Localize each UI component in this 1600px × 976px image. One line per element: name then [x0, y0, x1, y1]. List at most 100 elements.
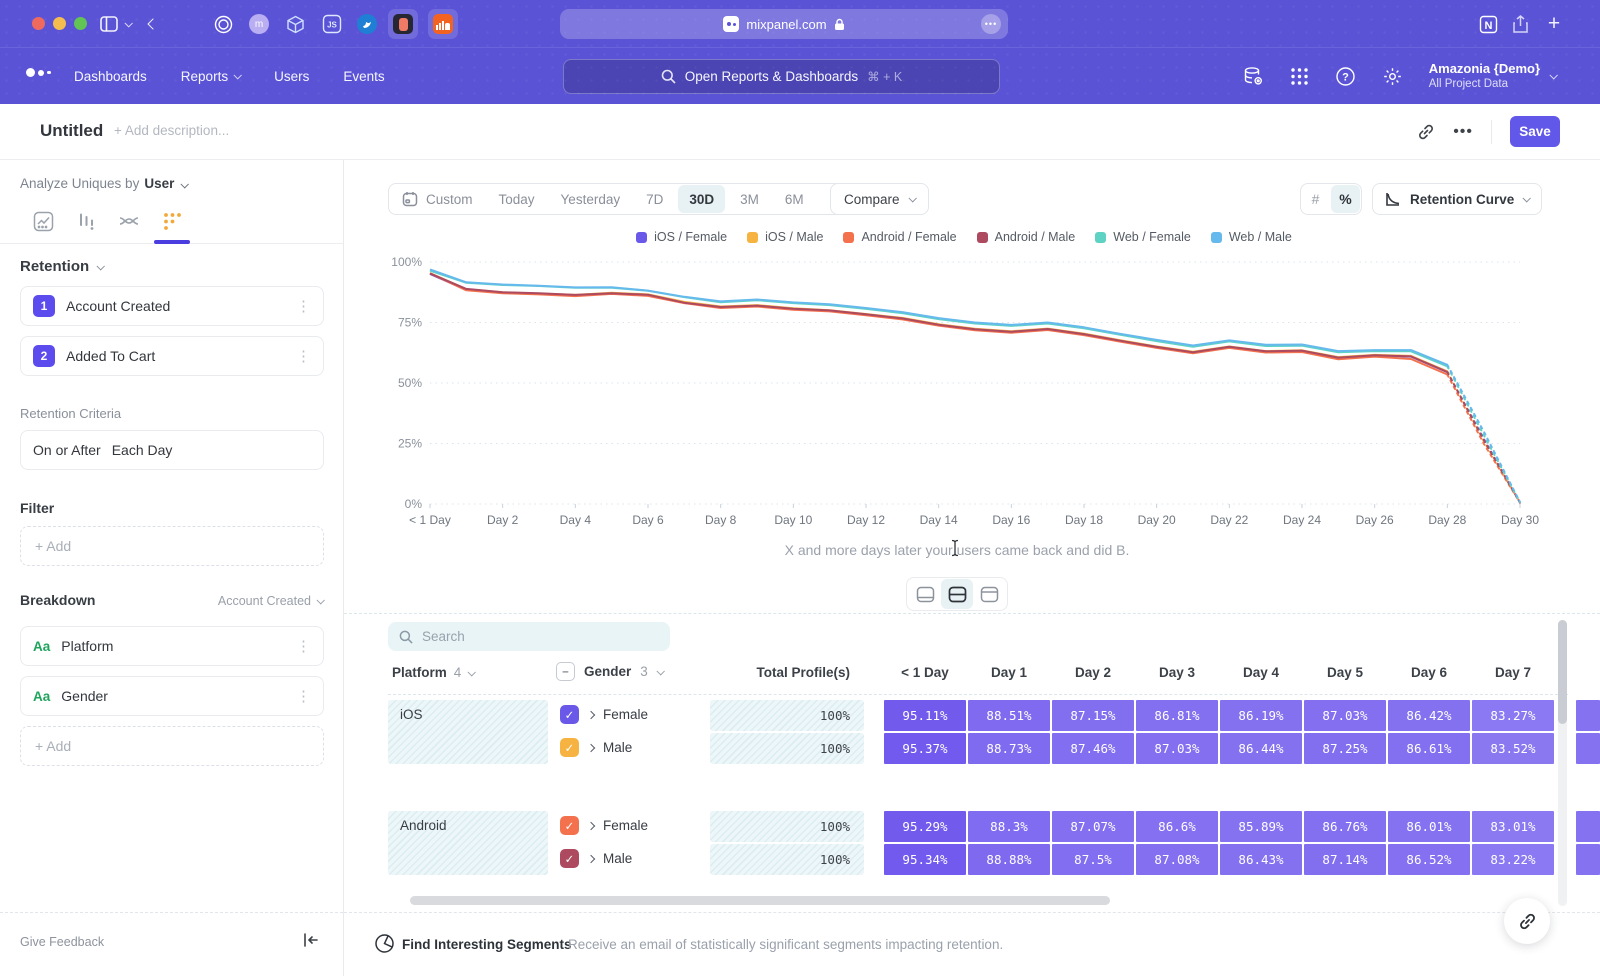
new-tab-icon[interactable]: +: [1542, 12, 1566, 36]
tab-flows[interactable]: [114, 208, 144, 234]
tab-funnels[interactable]: [71, 208, 101, 234]
tab-retention[interactable]: [157, 208, 187, 234]
legend-item[interactable]: Android / Male: [977, 230, 1076, 244]
data-management-icon[interactable]: [1243, 66, 1264, 87]
tab-insights[interactable]: [28, 208, 58, 234]
retention-cell[interactable]: 86.6%: [1136, 811, 1218, 842]
total-profiles-column-header[interactable]: Total Profile(s): [710, 665, 850, 680]
retention-cell[interactable]: 87.5%: [1052, 844, 1134, 875]
retention-cell[interactable]: 88.51%: [968, 700, 1050, 731]
range-6m[interactable]: 6M: [772, 184, 817, 214]
retention-section-header[interactable]: Retention: [20, 258, 103, 275]
url-bar[interactable]: mixpanel.com •••: [560, 9, 1008, 39]
range-30d[interactable]: 30D: [678, 185, 725, 213]
extension-icon-soundcloud[interactable]: [428, 9, 458, 39]
legend-item[interactable]: Web / Male: [1211, 230, 1292, 244]
legend-item[interactable]: iOS / Female: [636, 230, 727, 244]
range-7d[interactable]: 7D: [633, 184, 676, 214]
retention-cell[interactable]: 86.61%: [1388, 733, 1470, 764]
extension-icon-red-app[interactable]: [388, 9, 418, 39]
more-actions-button[interactable]: •••: [1453, 123, 1473, 141]
expand-row-icon[interactable]: [587, 710, 595, 718]
global-search[interactable]: Open Reports & Dashboards ⌘ + K: [563, 59, 1000, 94]
retention-cell[interactable]: 95.37%: [884, 733, 966, 764]
day-column-header[interactable]: Day 5: [1303, 665, 1387, 680]
extension-icon-ring[interactable]: [212, 12, 234, 36]
breakdown-menu-icon[interactable]: ⋮: [296, 637, 311, 655]
legend-item[interactable]: Android / Female: [843, 230, 956, 244]
chevron-down-icon[interactable]: [122, 12, 134, 36]
add-filter-button[interactable]: + Add: [20, 526, 324, 566]
retention-cell[interactable]: 85.89%: [1220, 811, 1302, 842]
unit-percent-toggle[interactable]: %: [1331, 185, 1360, 213]
share-link-fab[interactable]: [1504, 898, 1550, 944]
extension-icon-cube[interactable]: [284, 12, 306, 36]
legend-item[interactable]: iOS / Male: [747, 230, 823, 244]
notion-tab-icon[interactable]: N: [1476, 12, 1500, 36]
collapse-sidebar-icon[interactable]: [303, 933, 319, 947]
retention-cell[interactable]: 86.52%: [1388, 844, 1470, 875]
share-icon[interactable]: [1508, 12, 1532, 36]
retention-cell[interactable]: 87.46%: [1052, 733, 1134, 764]
retention-cell[interactable]: 95.34%: [884, 844, 966, 875]
segment-checkbox[interactable]: ✓: [560, 816, 579, 835]
select-all-checkbox[interactable]: –: [556, 662, 575, 681]
gender-column-header[interactable]: – Gender3: [556, 662, 663, 681]
compare-button[interactable]: Compare: [830, 183, 929, 215]
mixpanel-logo[interactable]: [26, 68, 51, 77]
day-column-header[interactable]: < 1 Day: [883, 665, 967, 680]
add-breakdown-button[interactable]: + Add: [20, 726, 324, 766]
segment-checkbox[interactable]: ✓: [560, 705, 579, 724]
range-custom[interactable]: Custom: [389, 184, 486, 214]
horizontal-scrollbar[interactable]: [410, 896, 1110, 905]
retention-cell[interactable]: 86.76%: [1304, 811, 1386, 842]
retention-step-2[interactable]: 2Added To Cart⋮: [20, 336, 324, 376]
retention-cell[interactable]: 83.22%: [1472, 844, 1554, 875]
retention-cell[interactable]: 83.01%: [1472, 811, 1554, 842]
give-feedback-link[interactable]: Give Feedback: [20, 935, 104, 949]
project-switcher[interactable]: Amazonia {Demo} All Project Data: [1429, 61, 1556, 92]
traffic-light-close[interactable]: [32, 17, 45, 30]
retention-cell[interactable]: 87.03%: [1304, 700, 1386, 731]
day-column-header[interactable]: Day 4: [1219, 665, 1303, 680]
retention-cell[interactable]: 95.29%: [884, 811, 966, 842]
nav-item-events[interactable]: Events: [343, 69, 384, 84]
url-extensions-menu[interactable]: •••: [981, 14, 1001, 34]
traffic-light-zoom[interactable]: [74, 17, 87, 30]
retention-cell[interactable]: 86.42%: [1388, 700, 1470, 731]
day-column-header[interactable]: Day 1: [967, 665, 1051, 680]
retention-cell[interactable]: 87.14%: [1304, 844, 1386, 875]
layout-table-only-toggle[interactable]: [973, 579, 1005, 609]
legend-item[interactable]: Web / Female: [1095, 230, 1191, 244]
layout-chart-only-toggle[interactable]: [909, 579, 941, 609]
sidebar-toggle-icon[interactable]: [98, 12, 120, 36]
retention-cell[interactable]: 87.07%: [1052, 811, 1134, 842]
breakdown-platform[interactable]: AaPlatform⋮: [20, 626, 324, 666]
retention-cell[interactable]: 88.73%: [968, 733, 1050, 764]
step-menu-icon[interactable]: ⋮: [296, 297, 311, 315]
retention-cell[interactable]: 86.44%: [1220, 733, 1302, 764]
expand-row-icon[interactable]: [587, 854, 595, 862]
retention-cell[interactable]: 88.88%: [968, 844, 1050, 875]
extension-icon-avatar[interactable]: m: [248, 12, 270, 36]
settings-gear-icon[interactable]: [1382, 66, 1403, 87]
day-column-header[interactable]: Day 7: [1471, 665, 1555, 680]
range-today[interactable]: Today: [486, 184, 548, 214]
layout-split-toggle[interactable]: [941, 579, 973, 609]
platform-column-header[interactable]: Platform4: [392, 665, 474, 680]
breakdown-scope-selector[interactable]: Account Created: [218, 594, 323, 608]
retention-criteria-card[interactable]: On or After Each Day: [20, 430, 324, 470]
vertical-scrollbar-thumb[interactable]: [1558, 620, 1567, 724]
range-yesterday[interactable]: Yesterday: [548, 184, 634, 214]
report-description-placeholder[interactable]: + Add description...: [114, 123, 229, 138]
nav-item-reports[interactable]: Reports: [181, 69, 240, 84]
segment-checkbox[interactable]: ✓: [560, 738, 579, 757]
retention-cell[interactable]: 88.3%: [968, 811, 1050, 842]
retention-cell[interactable]: 83.52%: [1472, 733, 1554, 764]
back-icon[interactable]: [146, 12, 160, 36]
retention-cell[interactable]: 83.27%: [1472, 700, 1554, 731]
retention-cell[interactable]: 95.11%: [884, 700, 966, 731]
segment-checkbox[interactable]: ✓: [560, 849, 579, 868]
criteria-value[interactable]: Each Day: [112, 442, 311, 458]
day-column-header[interactable]: Day 3: [1135, 665, 1219, 680]
